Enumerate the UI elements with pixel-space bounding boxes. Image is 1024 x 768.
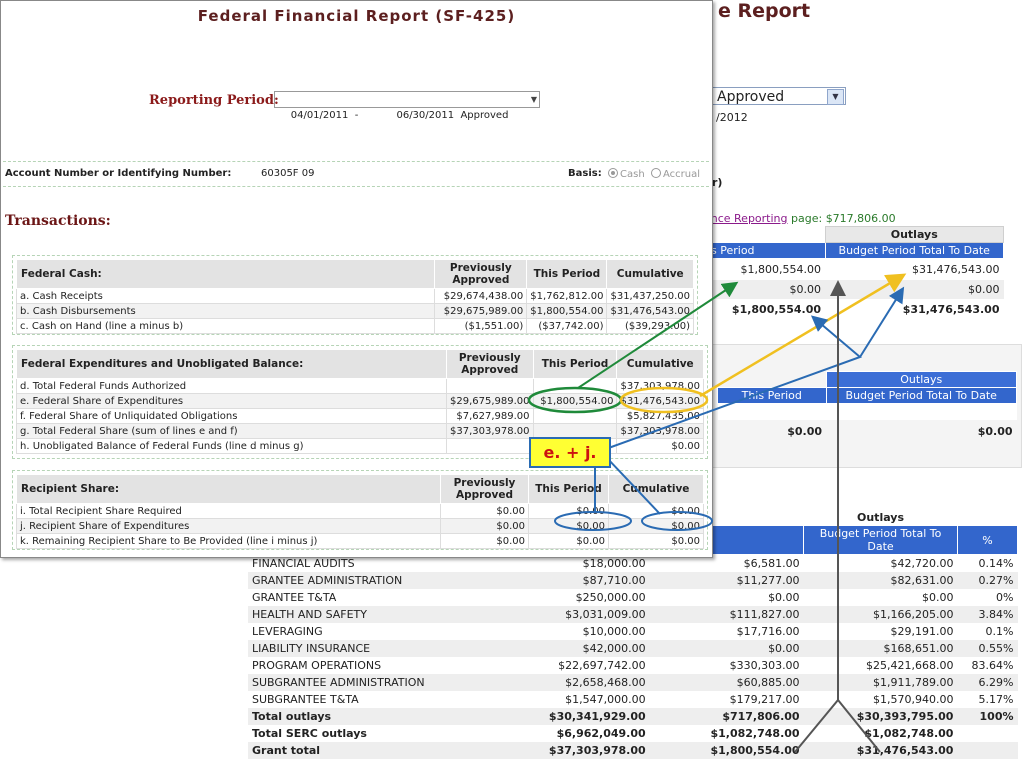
highlight-cumulative-j [641, 511, 713, 531]
gray-arrow-branch [837, 699, 881, 753]
gray-arrow [794, 280, 846, 753]
green-arrow [577, 281, 739, 389]
highlight-cumulative-e [619, 386, 709, 414]
callout-e-plus-j: e. + j. [529, 437, 611, 468]
blue-connector-j-cum [606, 457, 661, 515]
blue-arrow-1 [602, 315, 862, 451]
highlight-this-period-e [527, 386, 623, 414]
blue-arrow-2 [859, 286, 905, 358]
highlight-this-period-j [554, 511, 632, 531]
annotation-overlay [527, 273, 907, 753]
